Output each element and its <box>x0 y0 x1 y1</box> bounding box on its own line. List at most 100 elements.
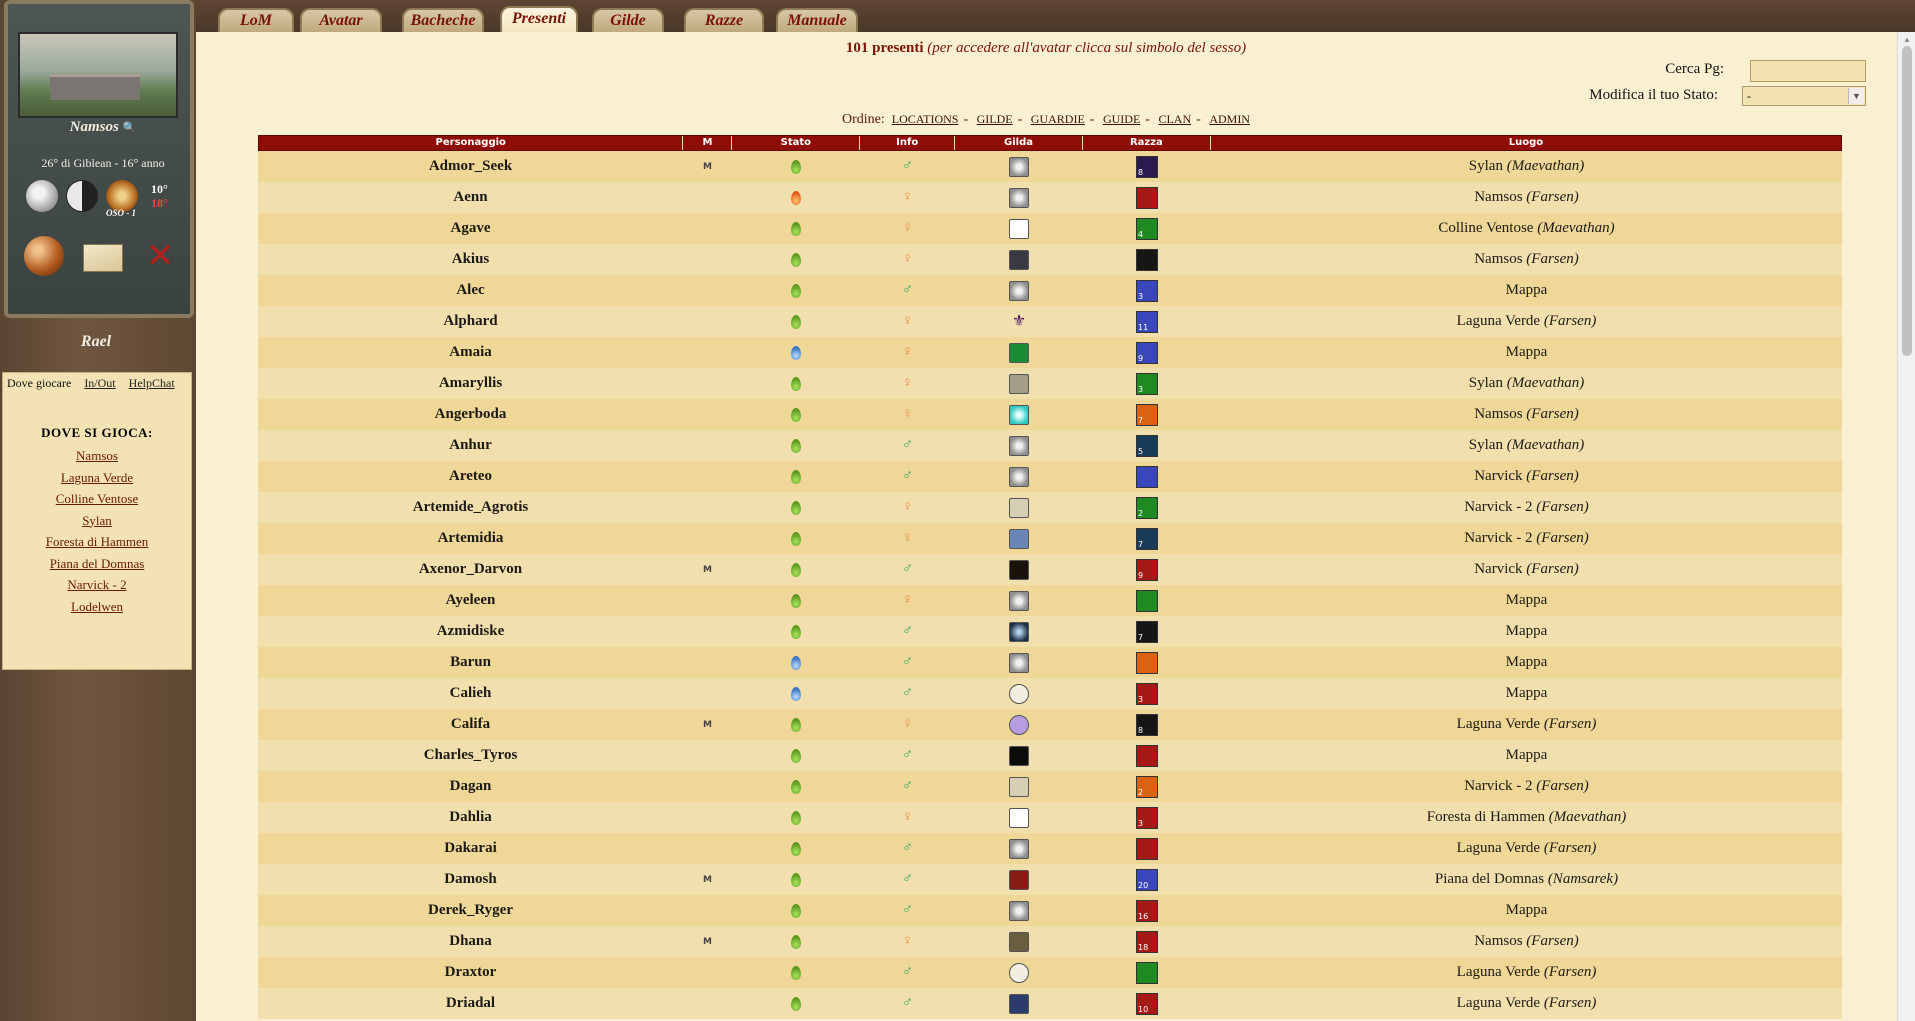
race-icon[interactable]: 20 <box>1136 868 1158 891</box>
female-icon[interactable]: ♀ <box>860 933 955 950</box>
race-icon[interactable]: 3 <box>1136 279 1158 302</box>
tab-lom[interactable]: LoM <box>218 8 294 32</box>
race-icon[interactable] <box>1136 837 1158 860</box>
guild-icon[interactable]: ⚜ <box>1009 312 1029 332</box>
globe-icon[interactable] <box>24 236 64 276</box>
race-icon[interactable]: 11 <box>1136 310 1158 333</box>
male-icon[interactable]: ♂ <box>860 902 955 919</box>
race-icon[interactable]: 3 <box>1136 372 1158 395</box>
order-link[interactable]: GILDE <box>977 112 1013 126</box>
tab-avatar[interactable]: Avatar <box>300 8 382 32</box>
player-name[interactable]: Axenor_Darvon <box>258 561 683 578</box>
race-icon[interactable] <box>1136 465 1158 488</box>
male-icon[interactable]: ♂ <box>860 158 955 175</box>
male-icon[interactable]: ♂ <box>860 747 955 764</box>
female-icon[interactable]: ♀ <box>860 406 955 423</box>
guild-icon[interactable] <box>1009 497 1029 518</box>
guild-icon[interactable] <box>1009 435 1029 456</box>
player-name[interactable]: Azmidiske <box>258 623 683 640</box>
player-name[interactable]: Calieh <box>258 685 683 702</box>
guild-icon[interactable] <box>1009 838 1029 859</box>
race-icon[interactable] <box>1136 248 1158 271</box>
race-icon[interactable]: 5 <box>1136 434 1158 457</box>
location-link[interactable]: Narvick - 2 <box>3 574 191 596</box>
location-link[interactable]: Lodelwen <box>3 596 191 618</box>
state-select[interactable]: - ▼ <box>1742 86 1866 106</box>
guild-icon[interactable] <box>1009 993 1029 1014</box>
player-name[interactable]: Artemidia <box>258 530 683 547</box>
player-name[interactable]: Alec <box>258 282 683 299</box>
race-icon[interactable]: 7 <box>1136 527 1158 550</box>
tab-manuale[interactable]: Manuale <box>776 8 858 32</box>
guild-icon[interactable] <box>1009 559 1029 580</box>
female-icon[interactable]: ♀ <box>860 809 955 826</box>
female-icon[interactable]: ♀ <box>860 375 955 392</box>
order-link[interactable]: CLAN <box>1158 112 1191 126</box>
player-name[interactable]: Agave <box>258 220 683 237</box>
player-name[interactable]: Amaia <box>258 344 683 361</box>
tab-where-to-play[interactable]: Dove giocare <box>7 376 71 390</box>
tab-presenti[interactable]: Presenti <box>500 6 578 32</box>
guild-icon[interactable] <box>1009 931 1029 952</box>
male-icon[interactable]: ♂ <box>860 871 955 888</box>
male-icon[interactable]: ♂ <box>860 840 955 857</box>
tab-inout[interactable]: In/Out <box>84 376 115 390</box>
guild-icon[interactable] <box>1009 869 1029 890</box>
female-icon[interactable]: ♀ <box>860 344 955 361</box>
player-name[interactable]: Artemide_Agrotis <box>258 499 683 516</box>
male-icon[interactable]: ♂ <box>860 654 955 671</box>
order-link[interactable]: GUARDIE <box>1031 112 1085 126</box>
race-icon[interactable]: 3 <box>1136 806 1158 829</box>
mail-icon[interactable] <box>83 244 123 272</box>
guild-icon[interactable] <box>1009 590 1029 611</box>
player-name[interactable]: Charles_Tyros <box>258 747 683 764</box>
player-name[interactable]: Dhana <box>258 933 683 950</box>
race-icon[interactable]: 7 <box>1136 620 1158 643</box>
race-icon[interactable]: 8 <box>1136 713 1158 736</box>
guild-icon[interactable] <box>1009 373 1029 394</box>
guild-icon[interactable] <box>1009 683 1029 704</box>
player-name[interactable]: Dakarai <box>258 840 683 857</box>
female-icon[interactable]: ♀ <box>860 189 955 206</box>
logout-icon[interactable]: ✕ <box>146 236 186 276</box>
guild-icon[interactable] <box>1009 404 1029 425</box>
player-name[interactable]: Anhur <box>258 437 683 454</box>
tab-gilde[interactable]: Gilde <box>592 8 664 32</box>
player-name[interactable]: Barun <box>258 654 683 671</box>
guild-icon[interactable] <box>1009 714 1029 735</box>
female-icon[interactable]: ♀ <box>860 251 955 268</box>
player-name[interactable]: Driadal <box>258 995 683 1012</box>
male-icon[interactable]: ♂ <box>860 282 955 299</box>
race-icon[interactable]: 8 <box>1136 155 1158 178</box>
order-link[interactable]: GUIDE <box>1103 112 1140 126</box>
race-icon[interactable]: 2 <box>1136 496 1158 519</box>
guild-icon[interactable] <box>1009 776 1029 797</box>
race-icon[interactable] <box>1136 186 1158 209</box>
location-link[interactable]: Foresta di Hammen <box>3 531 191 553</box>
guild-icon[interactable] <box>1009 621 1029 642</box>
male-icon[interactable]: ♂ <box>860 778 955 795</box>
location-link[interactable]: Sylan <box>3 510 191 532</box>
race-icon[interactable]: 7 <box>1136 403 1158 426</box>
guild-icon[interactable] <box>1009 187 1029 208</box>
race-icon[interactable] <box>1136 589 1158 612</box>
guild-icon[interactable] <box>1009 900 1029 921</box>
race-icon[interactable]: 16 <box>1136 899 1158 922</box>
location-link[interactable]: Laguna Verde <box>3 467 191 489</box>
player-name[interactable]: Areteo <box>258 468 683 485</box>
male-icon[interactable]: ♂ <box>860 995 955 1012</box>
male-icon[interactable]: ♂ <box>860 561 955 578</box>
race-icon[interactable]: 4 <box>1136 217 1158 240</box>
female-icon[interactable]: ♀ <box>860 592 955 609</box>
guild-icon[interactable] <box>1009 652 1029 673</box>
tab-helpchat[interactable]: HelpChat <box>129 376 175 390</box>
tab-razze[interactable]: Razze <box>684 8 764 32</box>
player-name[interactable]: Amaryllis <box>258 375 683 392</box>
female-icon[interactable]: ♀ <box>860 220 955 237</box>
guild-icon[interactable] <box>1009 342 1029 363</box>
race-icon[interactable] <box>1136 961 1158 984</box>
guild-icon[interactable] <box>1009 466 1029 487</box>
guild-icon[interactable] <box>1009 218 1029 239</box>
male-icon[interactable]: ♂ <box>860 964 955 981</box>
player-name[interactable]: Dagan <box>258 778 683 795</box>
